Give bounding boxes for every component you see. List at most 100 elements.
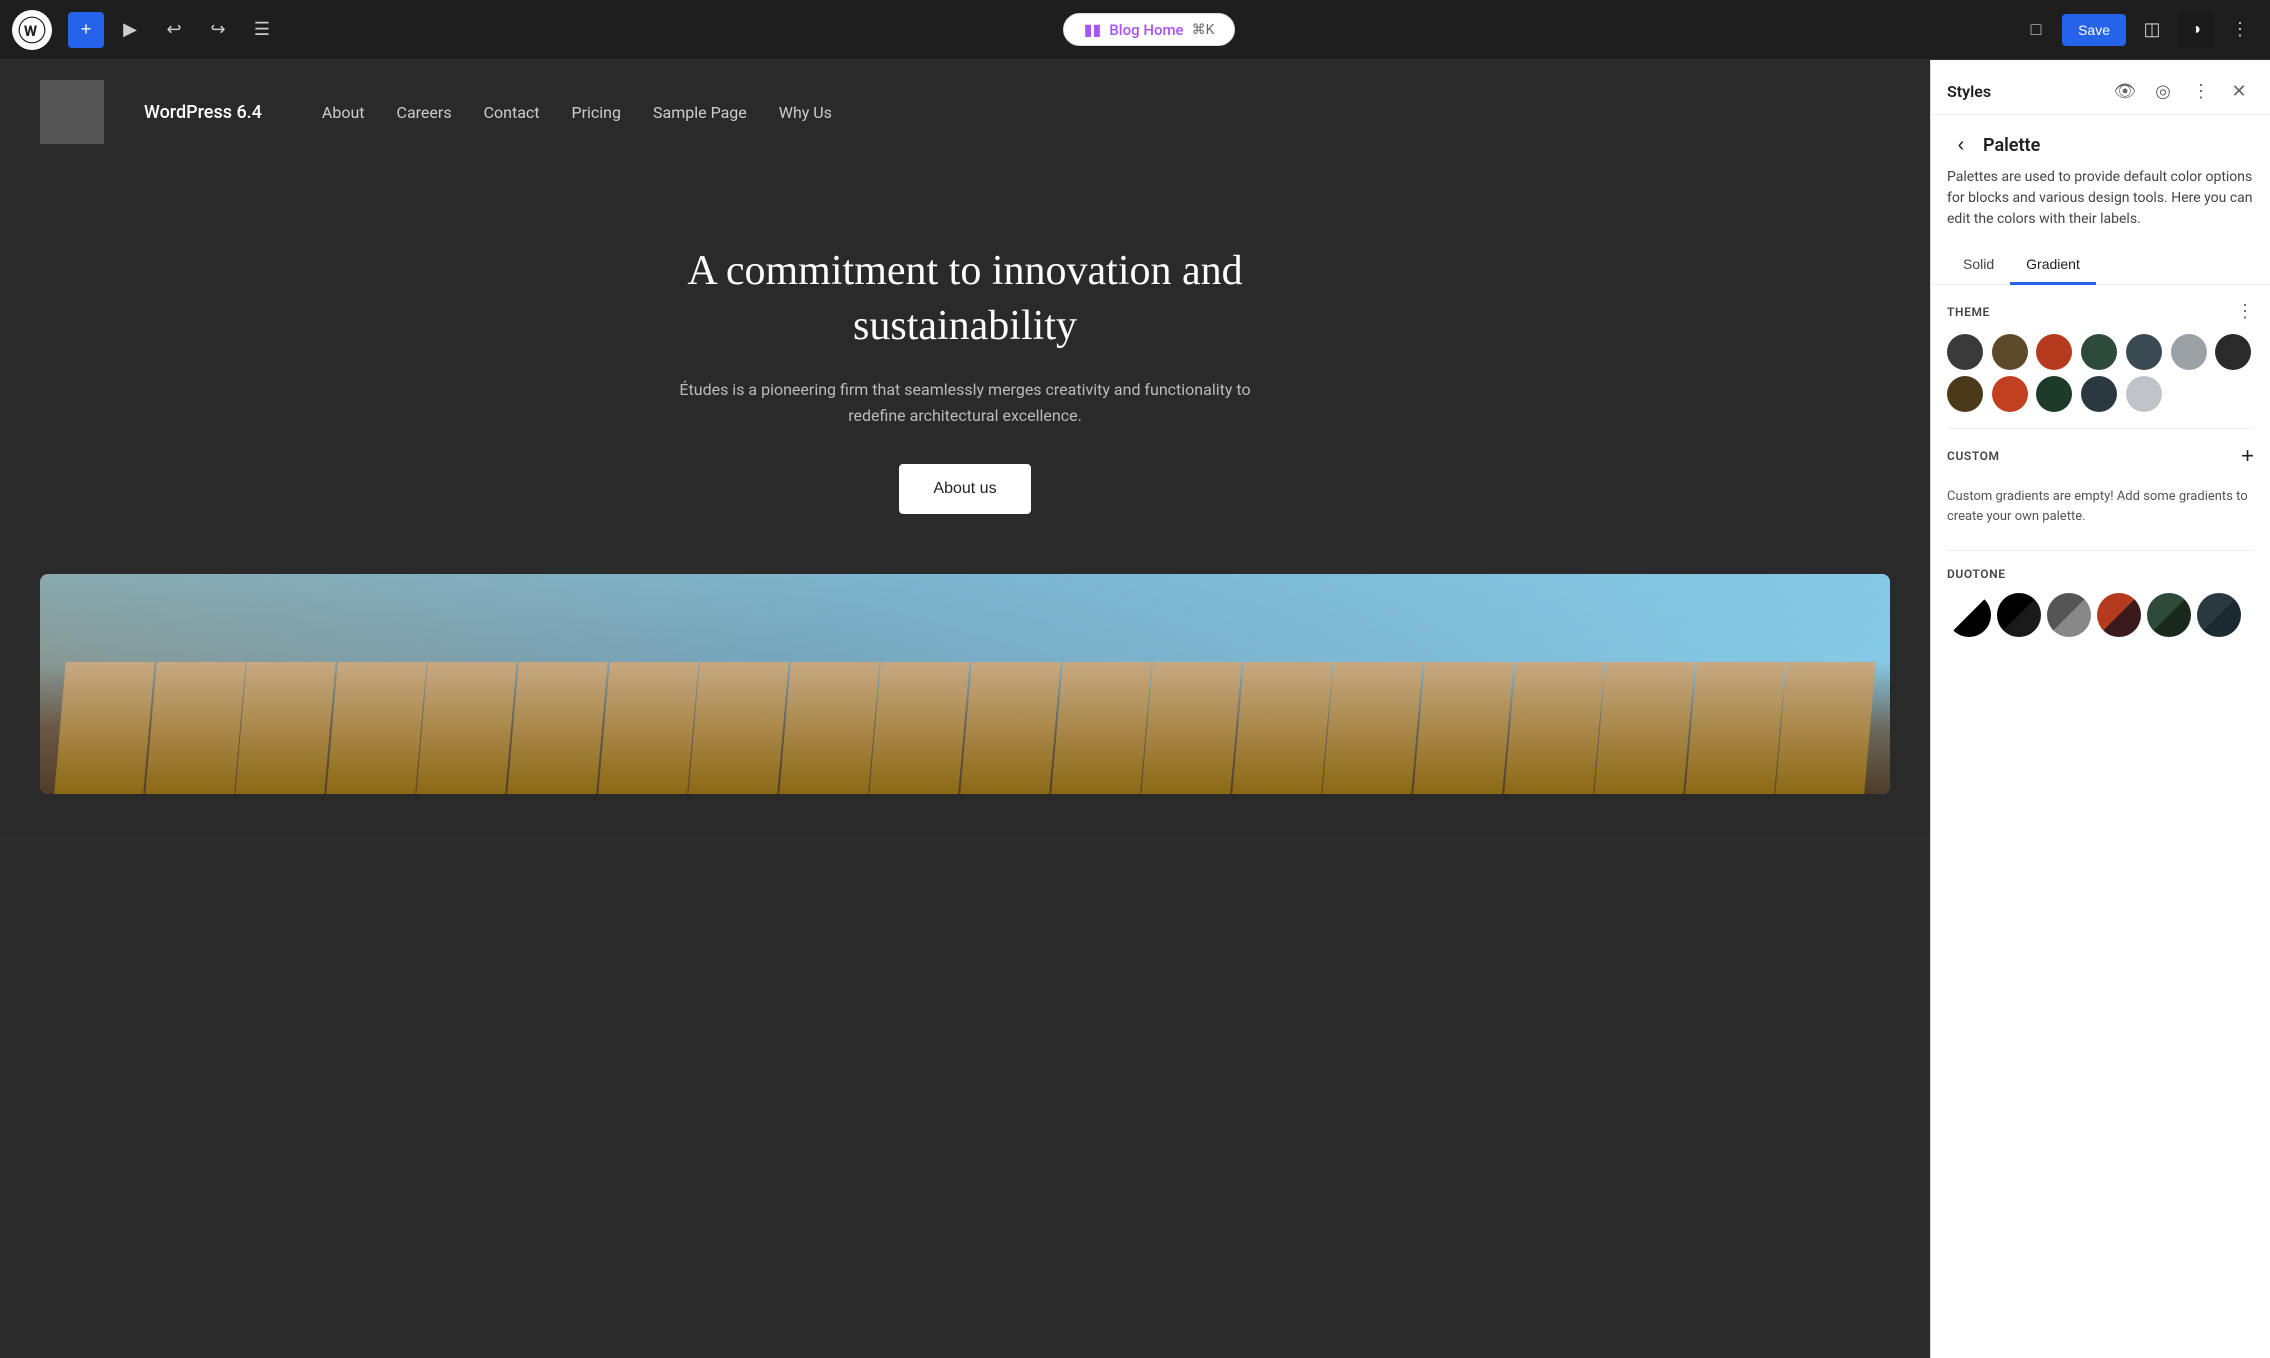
theme-color-swatch[interactable]	[1992, 334, 2028, 370]
toolbar-right: □ Save ◫ ◑ ⋮	[2018, 12, 2258, 48]
save-button[interactable]: Save	[2062, 14, 2126, 46]
select-tool-button[interactable]: ▶	[112, 12, 148, 48]
theme-color-swatch[interactable]	[2036, 376, 2072, 412]
layout-toggle-button[interactable]: ◫	[2134, 12, 2170, 48]
site-title: WordPress 6.4	[144, 102, 262, 123]
palette-tabs: Solid Gradient	[1931, 246, 2270, 285]
site-header: WordPress 6.4 About Careers Contact Pric…	[0, 60, 1930, 164]
desktop-preview-button[interactable]: □	[2018, 12, 2054, 48]
duotone-swatch[interactable]	[1947, 593, 1991, 637]
preview-button[interactable]: 👁	[2110, 76, 2140, 106]
duotone-swatch[interactable]	[2147, 593, 2191, 637]
about-us-button[interactable]: About us	[899, 464, 1030, 514]
theme-color-swatch[interactable]	[2215, 334, 2251, 370]
tab-gradient[interactable]: Gradient	[2010, 246, 2096, 285]
slat	[507, 662, 607, 794]
duotone-section-header: DUOTONE	[1947, 567, 2254, 581]
theme-color-swatch[interactable]	[2081, 376, 2117, 412]
palette-description: Palettes are used to provide default col…	[1931, 167, 2270, 246]
hero-section: A commitment to innovation and sustainab…	[0, 164, 1930, 574]
hero-description: Études is a pioneering firm that seamles…	[665, 377, 1265, 428]
slat	[1232, 662, 1332, 794]
theme-color-grid	[1947, 334, 2254, 412]
nav-sample-page[interactable]: Sample Page	[653, 103, 747, 122]
blog-home-label: Blog Home	[1109, 21, 1183, 39]
arch-image-inner	[40, 574, 1890, 794]
slat	[1051, 662, 1151, 794]
undo-button[interactable]: ↩	[156, 12, 192, 48]
slat	[1323, 662, 1423, 794]
slat	[1141, 662, 1241, 794]
slat	[1594, 662, 1694, 794]
canvas: WordPress 6.4 About Careers Contact Pric…	[0, 60, 1930, 1358]
site-nav: About Careers Contact Pricing Sample Pag…	[322, 103, 832, 122]
slats	[40, 662, 1890, 794]
theme-menu-button[interactable]: ⋮	[2236, 301, 2254, 322]
panel-header-icons: 👁 ◎ ⋮ ✕	[2110, 76, 2254, 106]
toolbar: W + ▶ ↩ ↪ ☰ ▮▮ Blog Home ⌘K □ Save ◫ ◑ ⋮	[0, 0, 2270, 60]
slat	[598, 662, 698, 794]
nav-about[interactable]: About	[322, 103, 365, 122]
add-button[interactable]: +	[68, 12, 104, 48]
image-section	[0, 574, 1930, 834]
slat	[54, 662, 154, 794]
slat	[960, 662, 1060, 794]
grid-icon: ▮▮	[1084, 20, 1102, 39]
theme-label: THEME	[1947, 305, 1990, 319]
list-view-button[interactable]: ☰	[244, 12, 280, 48]
dark-mode-button[interactable]: ◑	[2178, 12, 2214, 48]
slat	[326, 662, 426, 794]
history-button[interactable]: ◎	[2148, 76, 2178, 106]
theme-color-swatch[interactable]	[1947, 334, 1983, 370]
panel-title: Styles	[1947, 82, 1991, 101]
theme-color-swatch[interactable]	[2126, 334, 2162, 370]
redo-button[interactable]: ↪	[200, 12, 236, 48]
more-options-button[interactable]: ⋮	[2222, 12, 2258, 48]
nav-pricing[interactable]: Pricing	[572, 103, 622, 122]
slat	[870, 662, 970, 794]
custom-color-section: CUSTOM + Custom gradients are empty! Add…	[1931, 429, 2270, 550]
duotone-grid	[1947, 593, 2254, 637]
theme-color-swatch[interactable]	[2036, 334, 2072, 370]
tab-solid[interactable]: Solid	[1947, 246, 2010, 285]
arch-image	[40, 574, 1890, 794]
nav-why-us[interactable]: Why Us	[779, 103, 832, 122]
wp-logo: W	[12, 10, 52, 50]
duotone-color-section: DUOTONE	[1931, 551, 2270, 653]
slat	[688, 662, 788, 794]
slat	[145, 662, 245, 794]
custom-empty-text: Custom gradients are empty! Add some gra…	[1947, 479, 2254, 534]
theme-color-swatch[interactable]	[1992, 376, 2028, 412]
duotone-swatch[interactable]	[2047, 593, 2091, 637]
duotone-label: DUOTONE	[1947, 567, 2006, 581]
duotone-swatch[interactable]	[1997, 593, 2041, 637]
theme-color-swatch[interactable]	[1947, 376, 1983, 412]
slat	[1776, 662, 1876, 794]
site-logo	[40, 80, 104, 144]
blog-home-shortcut: ⌘K	[1192, 22, 1215, 38]
more-panel-button[interactable]: ⋮	[2186, 76, 2216, 106]
theme-color-swatch[interactable]	[2081, 334, 2117, 370]
main: WordPress 6.4 About Careers Contact Pric…	[0, 60, 2270, 1358]
custom-label: CUSTOM	[1947, 449, 2000, 463]
palette-nav: ‹ Palette	[1931, 115, 2270, 167]
close-panel-button[interactable]: ✕	[2224, 76, 2254, 106]
panel-header: Styles 👁 ◎ ⋮ ✕	[1931, 60, 2270, 115]
back-button[interactable]: ‹	[1947, 131, 1975, 159]
svg-text:W: W	[24, 21, 38, 39]
theme-color-swatch[interactable]	[2171, 334, 2207, 370]
theme-color-swatch[interactable]	[2126, 376, 2162, 412]
slat	[1504, 662, 1604, 794]
slat	[1685, 662, 1785, 794]
add-custom-button[interactable]: +	[2241, 445, 2254, 467]
slat	[417, 662, 517, 794]
palette-title: Palette	[1983, 135, 2040, 156]
custom-section-header: CUSTOM +	[1947, 445, 2254, 467]
slat	[779, 662, 879, 794]
duotone-swatch[interactable]	[2097, 593, 2141, 637]
nav-careers[interactable]: Careers	[397, 103, 452, 122]
duotone-swatch[interactable]	[2197, 593, 2241, 637]
theme-section-header: THEME ⋮	[1947, 301, 2254, 322]
nav-contact[interactable]: Contact	[484, 103, 540, 122]
blog-home-pill[interactable]: ▮▮ Blog Home ⌘K	[1063, 13, 1236, 46]
